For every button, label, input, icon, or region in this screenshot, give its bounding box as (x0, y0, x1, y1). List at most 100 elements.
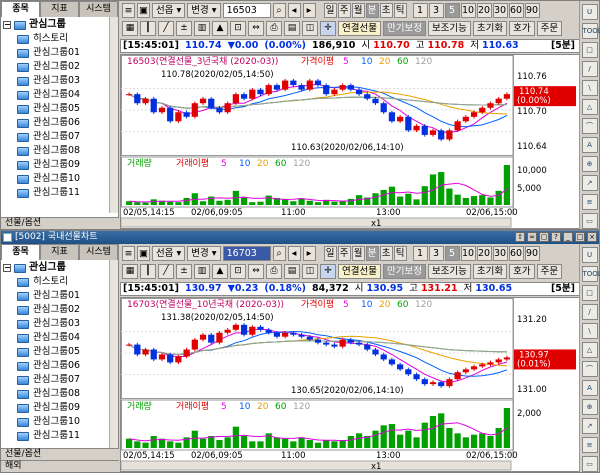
period-button[interactable]: 초 (379, 246, 393, 261)
bar-icon[interactable]: ▥ (194, 21, 210, 36)
grid-icon[interactable]: ▦ (122, 21, 138, 36)
drawing-tool-icon[interactable]: ≡ (581, 437, 598, 453)
drawing-tool-icon[interactable]: □ (581, 42, 598, 58)
code-input[interactable]: 16703 (222, 246, 271, 261)
drawing-tool-icon[interactable]: ≡ (581, 194, 598, 210)
line-icon[interactable]: ╱ (158, 21, 174, 36)
drawing-tool-icon[interactable]: ▭ (581, 456, 598, 472)
prev-icon[interactable]: ◂ (287, 246, 301, 261)
help-icon[interactable]: ? (551, 232, 561, 242)
print-icon[interactable]: ⎙ (266, 264, 282, 279)
split-icon[interactable]: ◫ (302, 21, 318, 36)
drawing-tool-icon[interactable]: A (581, 137, 598, 153)
select-dropdown[interactable]: 선옵 ▾ (152, 3, 186, 18)
quote-button[interactable]: 호가 (509, 264, 535, 279)
interval-button[interactable]: 30 (492, 246, 508, 261)
reset-button[interactable]: 초기화 (472, 21, 508, 36)
drawing-tool-icon[interactable]: ⌒ (581, 118, 598, 134)
period-button[interactable]: 주 (337, 246, 351, 261)
crosshair-icon[interactable]: ✛ (320, 21, 336, 36)
select-dropdown[interactable]: 선옵 ▾ (152, 246, 186, 261)
candle-icon[interactable]: ┃ (140, 21, 156, 36)
expiry-adjust-button[interactable]: 만기보정 (382, 264, 426, 279)
interval-button[interactable]: 30 (492, 3, 508, 18)
tab-system[interactable]: 시스템 (79, 1, 118, 17)
collapse-icon[interactable]: − (3, 21, 11, 29)
period-button[interactable]: 주 (337, 3, 351, 18)
tree-item[interactable]: 관심그룹03 (3, 74, 116, 88)
chart-area[interactable]: 16503(연결선물_3년국채 (2020-03)) 가격이평 5 10 20 60 120… (120, 54, 580, 229)
pane-icon[interactable]: ▢ (539, 232, 549, 242)
save-icon[interactable]: ▤ (284, 264, 300, 279)
interval-button[interactable]: 5 (444, 3, 460, 18)
interval-button[interactable]: 1 (412, 3, 428, 18)
drawing-tool-icon[interactable]: △ (581, 99, 598, 115)
tree-item[interactable]: 관심그룹06 (3, 116, 116, 130)
order-button[interactable]: 주문 (536, 21, 563, 36)
tree-item[interactable]: 관심그룹06 (3, 359, 116, 373)
change-dropdown[interactable]: 변경 ▾ (187, 3, 221, 18)
chart-scrollbar[interactable] (121, 217, 512, 228)
change-dropdown[interactable]: 변경 ▾ (187, 246, 221, 261)
aux-function-button[interactable]: 보조기능 (427, 264, 471, 279)
futures-options-group[interactable]: 선물/옵션 (1, 448, 119, 460)
interval-button[interactable]: 90 (524, 3, 540, 18)
chart-scrollbar[interactable] (121, 460, 512, 471)
list-icon[interactable]: ≡ (122, 3, 135, 18)
tree-item[interactable]: 관심그룹04 (3, 88, 116, 102)
print-icon[interactable]: ⎙ (266, 21, 282, 36)
minimize-icon[interactable]: _ (563, 232, 573, 242)
list-icon[interactable]: ≡ (122, 246, 135, 261)
tree-item[interactable]: 관심그룹07 (3, 130, 116, 144)
tree-item[interactable]: 관심그룹02 (3, 60, 116, 74)
linked-futures-button[interactable]: 연결선물 (338, 21, 381, 36)
left-scrollbar[interactable] (109, 260, 118, 450)
tree-root[interactable]: − 관심그룹 (3, 18, 116, 32)
grid-icon[interactable]: ▦ (122, 264, 138, 279)
tab-stock[interactable]: 종목 (1, 1, 40, 17)
drawing-tool-icon[interactable]: U (581, 4, 598, 20)
tree-item[interactable]: 관심그룹05 (3, 102, 116, 116)
drawing-tool-icon[interactable]: ↗ (581, 175, 598, 191)
expiry-adjust-button[interactable]: 만기보정 (382, 21, 426, 36)
tree-item[interactable]: 히스토리 (3, 275, 116, 289)
tree-item[interactable]: 관심그룹02 (3, 303, 116, 317)
price-chart[interactable]: 16703(연결선물_10년국채 (2020-03)) 가격이평 5 10 20 60 12… (121, 298, 579, 471)
tree-item[interactable]: 관심그룹08 (3, 387, 116, 401)
interval-button[interactable]: 10 (460, 246, 476, 261)
lock-icon[interactable]: ▣ (137, 3, 150, 18)
interval-button[interactable]: 60 (508, 246, 524, 261)
drawing-tool-icon[interactable]: ⊕ (581, 156, 598, 172)
interval-button[interactable]: 60 (508, 3, 524, 18)
period-button[interactable]: 월 (351, 246, 365, 261)
drawing-tool-icon[interactable]: U (581, 247, 598, 263)
interval-button[interactable]: 10 (460, 3, 476, 18)
bar-icon[interactable]: ▥ (194, 264, 210, 279)
tree-item[interactable]: 관심그룹09 (3, 401, 116, 415)
tree-item[interactable]: 관심그룹10 (3, 415, 116, 429)
interval-button[interactable]: 1 (412, 246, 428, 261)
zoom-icon[interactable]: ± (176, 264, 192, 279)
interval-button[interactable]: 3 (428, 3, 444, 18)
tree-root[interactable]: − 관심그룹 (3, 261, 116, 275)
crosshair-icon[interactable]: ✛ (320, 264, 336, 279)
left-scrollbar[interactable] (109, 17, 118, 213)
drawing-tool-icon[interactable]: TOOL (581, 23, 600, 39)
mountain-icon[interactable]: ▲ (212, 264, 228, 279)
chart-area[interactable]: 16703(연결선물_10년국채 (2020-03)) 가격이평 5 10 20 60 12… (120, 297, 580, 472)
search-icon[interactable]: ⌕ (272, 3, 286, 18)
period-button[interactable]: 초 (379, 3, 393, 18)
tree-item[interactable]: 관심그룹11 (3, 429, 116, 443)
compare-icon[interactable]: ⇔ (248, 21, 264, 36)
interval-button[interactable]: 5 (444, 246, 460, 261)
drawing-tool-icon[interactable]: \ (581, 80, 598, 96)
interval-button[interactable]: 20 (476, 246, 492, 261)
tree-item[interactable]: 관심그룹04 (3, 331, 116, 345)
next-icon[interactable]: ▸ (302, 246, 316, 261)
tree-item[interactable]: 관심그룹01 (3, 46, 116, 60)
next-icon[interactable]: ▸ (302, 3, 316, 18)
order-button[interactable]: 주문 (536, 264, 563, 279)
tree-item[interactable]: 관심그룹08 (3, 144, 116, 158)
period-button[interactable]: 일 (323, 246, 337, 261)
quote-button[interactable]: 호가 (509, 21, 535, 36)
